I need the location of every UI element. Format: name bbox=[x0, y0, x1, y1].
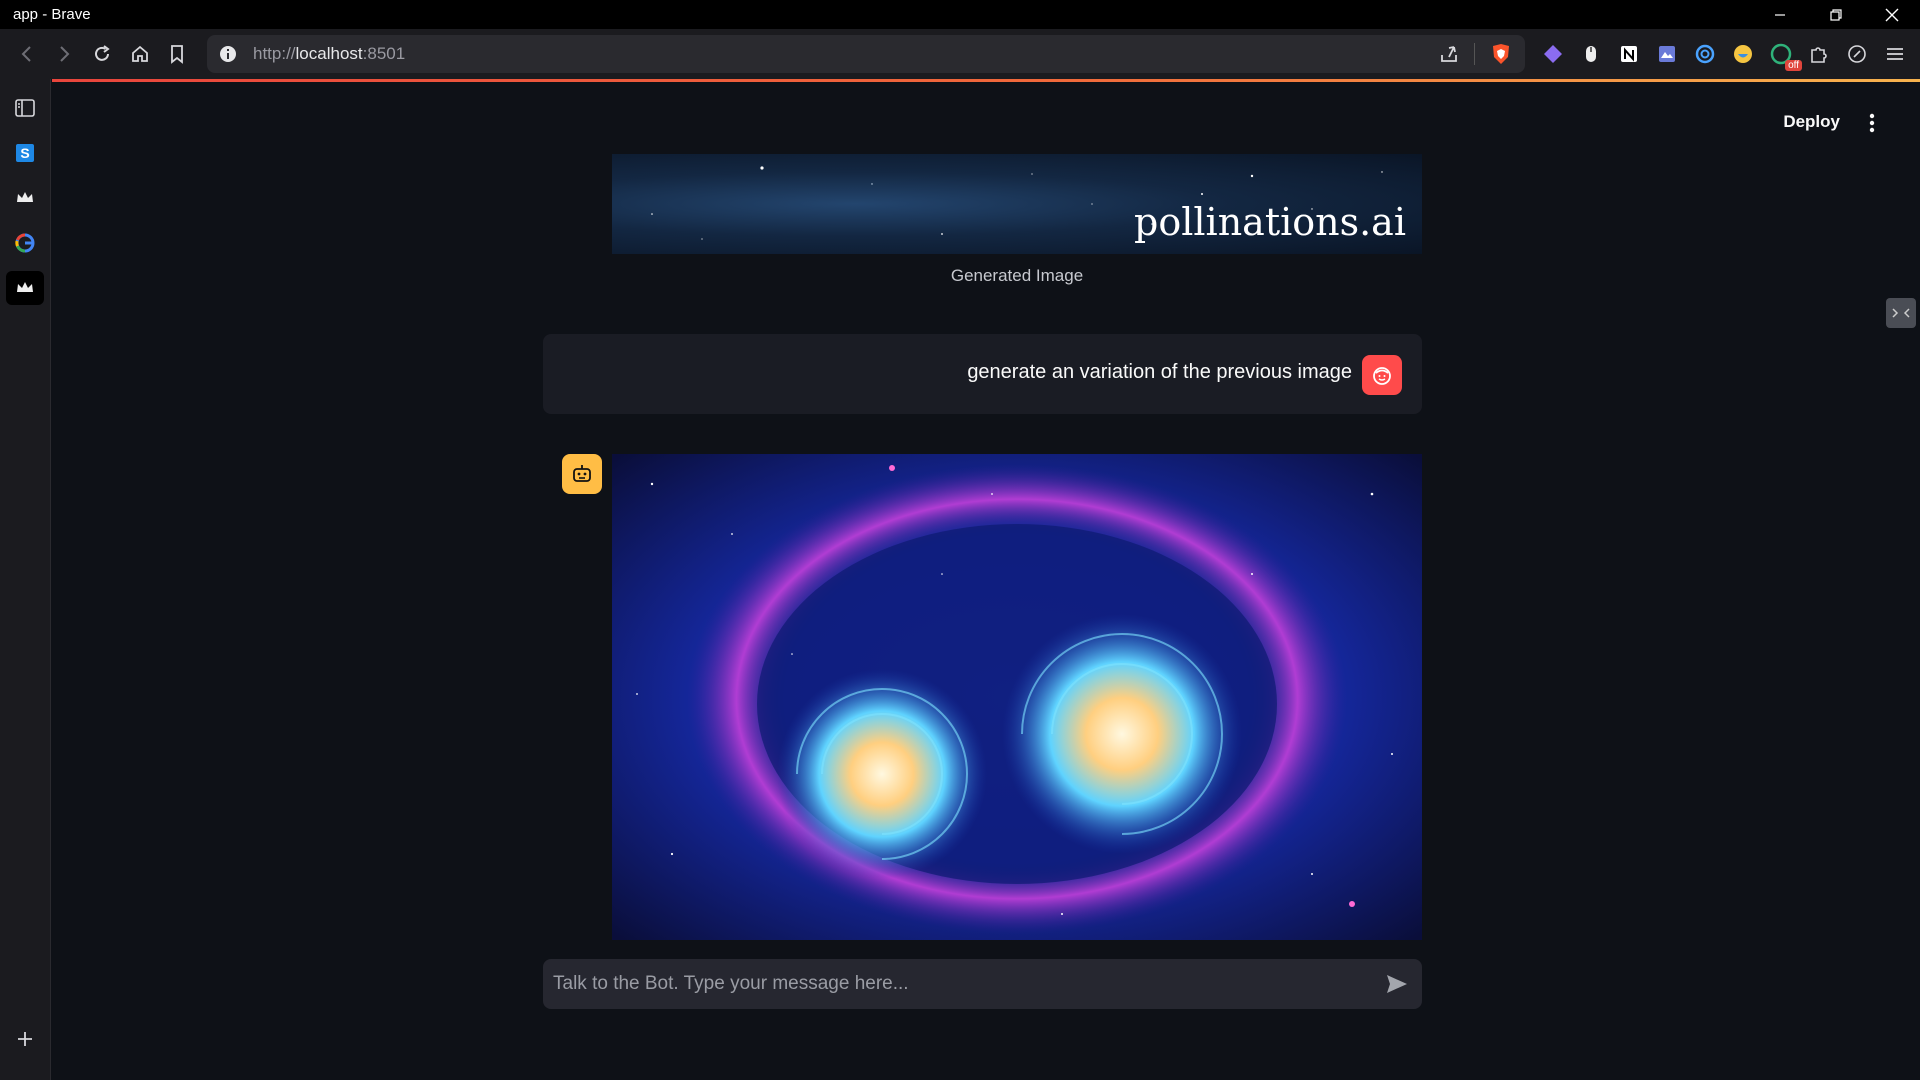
generated-image bbox=[612, 454, 1422, 940]
bot-avatar bbox=[562, 454, 602, 494]
close-icon bbox=[1885, 8, 1899, 21]
user-message-text: generate an variation of the previous im… bbox=[967, 361, 1352, 383]
bookmark-button[interactable] bbox=[158, 35, 196, 73]
s-app-icon: S bbox=[16, 144, 34, 162]
extension-smile[interactable] bbox=[1728, 39, 1758, 69]
sidebar-toggle-icon bbox=[15, 99, 35, 117]
back-button[interactable] bbox=[8, 35, 46, 73]
extensions-button[interactable] bbox=[1804, 39, 1834, 69]
extension-mouse[interactable] bbox=[1576, 39, 1606, 69]
puzzle-icon bbox=[1811, 47, 1827, 63]
bookmark-icon bbox=[171, 45, 183, 64]
hamburger-menu-icon bbox=[1887, 48, 1903, 60]
minimize-icon bbox=[1775, 13, 1785, 16]
extension-notion[interactable] bbox=[1614, 39, 1644, 69]
extension-off[interactable]: off bbox=[1766, 39, 1802, 71]
notion-icon bbox=[1621, 46, 1637, 62]
sidebar-toggle-button[interactable] bbox=[8, 91, 42, 125]
deploy-button[interactable]: Deploy bbox=[1783, 112, 1840, 132]
banner-image: pollinations.ai bbox=[612, 154, 1422, 254]
back-icon bbox=[21, 46, 31, 62]
galaxy-artwork bbox=[612, 454, 1422, 940]
extension-image[interactable] bbox=[1652, 39, 1682, 69]
robot-icon bbox=[573, 465, 591, 482]
leo-button[interactable] bbox=[1842, 39, 1872, 69]
user-avatar bbox=[1362, 355, 1402, 395]
home-icon bbox=[132, 45, 148, 62]
send-button[interactable] bbox=[1382, 969, 1412, 999]
plus-icon bbox=[18, 1032, 32, 1046]
image-extension-icon bbox=[1659, 46, 1675, 62]
sidebar-item-s[interactable]: S bbox=[8, 136, 42, 170]
extension-diamond[interactable] bbox=[1538, 39, 1568, 69]
target-icon bbox=[1695, 44, 1715, 64]
collapse-panel-button[interactable] bbox=[1886, 298, 1916, 328]
close-window-button[interactable] bbox=[1864, 0, 1920, 29]
sidebar-add-button[interactable] bbox=[8, 1022, 42, 1056]
kebab-menu-icon[interactable] bbox=[1862, 108, 1882, 138]
send-icon bbox=[1387, 975, 1407, 993]
address-bar[interactable]: http://localhost:8501 bbox=[207, 35, 1525, 73]
svg-text:S: S bbox=[20, 145, 29, 161]
minimize-button[interactable] bbox=[1752, 0, 1808, 29]
window-titlebar: app - Brave bbox=[0, 0, 1920, 29]
window-title: app - Brave bbox=[13, 6, 91, 23]
brave-shield-icon[interactable] bbox=[1489, 42, 1513, 66]
sidebar-item-crown-1[interactable] bbox=[8, 181, 42, 215]
smile-icon bbox=[1734, 45, 1752, 63]
crown-icon bbox=[17, 282, 33, 292]
window-controls bbox=[1752, 0, 1920, 29]
collapse-icon bbox=[1892, 308, 1910, 318]
image-caption: Generated Image bbox=[950, 266, 1084, 285]
home-button[interactable] bbox=[121, 35, 159, 73]
mouse-icon bbox=[1586, 46, 1596, 62]
forward-icon bbox=[60, 46, 70, 62]
app-main: Deploy pollinations.ai Generated Image g… bbox=[52, 82, 1920, 1080]
divider bbox=[1474, 43, 1475, 65]
restore-button[interactable] bbox=[1808, 0, 1864, 29]
info-icon[interactable] bbox=[219, 45, 237, 63]
banner-brand-text: pollinations.ai bbox=[1134, 200, 1406, 244]
google-icon bbox=[15, 233, 35, 253]
extensions-bar: off bbox=[1538, 29, 1910, 79]
chat-input[interactable] bbox=[553, 959, 1353, 1009]
browser-toolbar: http://localhost:8501 off bbox=[0, 29, 1920, 79]
reload-icon bbox=[95, 45, 110, 61]
sidebar-item-google[interactable] bbox=[8, 226, 42, 260]
url-text: http://localhost:8501 bbox=[253, 44, 406, 63]
crown-icon bbox=[17, 192, 33, 202]
user-face-icon bbox=[1373, 367, 1391, 385]
forward-button[interactable] bbox=[45, 35, 83, 73]
extension-target[interactable] bbox=[1690, 39, 1720, 69]
menu-button[interactable] bbox=[1880, 39, 1910, 69]
leo-icon bbox=[1848, 45, 1866, 63]
browser-sidebar: S bbox=[0, 79, 51, 1080]
share-icon[interactable] bbox=[1438, 43, 1460, 65]
user-chat-message: generate an variation of the previous im… bbox=[543, 334, 1422, 414]
diamond-icon bbox=[1544, 45, 1562, 63]
reload-button[interactable] bbox=[83, 35, 121, 73]
restore-icon bbox=[1830, 8, 1842, 21]
chat-input-container bbox=[543, 959, 1422, 1009]
sidebar-item-crown-2[interactable] bbox=[6, 271, 44, 305]
extension-badge: off bbox=[1785, 60, 1802, 71]
